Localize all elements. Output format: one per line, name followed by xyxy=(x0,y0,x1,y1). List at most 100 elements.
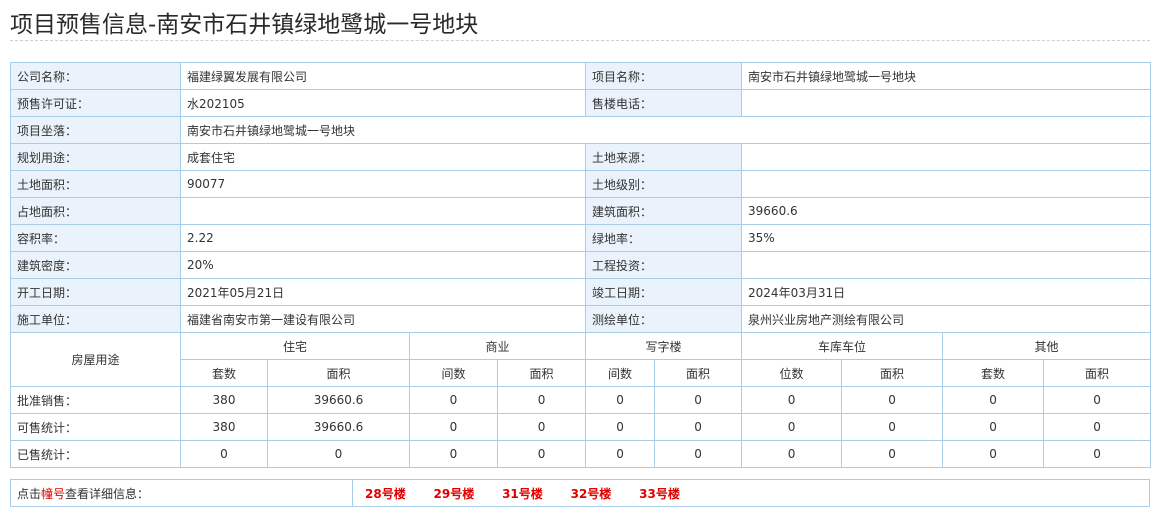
stat-cell: 0 xyxy=(841,386,944,414)
occupied-area-value xyxy=(179,197,587,225)
stat-cell: 0 xyxy=(841,413,944,441)
land-source-value xyxy=(741,143,1152,171)
building-area-label: 建筑面积： xyxy=(585,197,743,225)
subheader-cell: 间数 xyxy=(585,359,656,387)
building-link-32[interactable]: 32号楼 xyxy=(571,485,612,502)
building-link-33[interactable]: 33号楼 xyxy=(639,485,680,502)
project-value: 南安市石井镇绿地鹭城一号地块 xyxy=(741,62,1152,90)
start-date-value: 2021年05月21日 xyxy=(179,278,587,306)
title-divider xyxy=(10,40,1150,41)
group-residential: 住宅 xyxy=(180,332,410,360)
links-suffix: 查看详细信息： xyxy=(65,486,150,501)
surveyor-label: 测绘单位： xyxy=(585,305,743,333)
stats-subheader-row: 套数 面积 间数 面积 间数 面积 位数 面积 套数 面积 xyxy=(11,359,1152,387)
info-row: 施工单位： 福建省南安市第一建设有限公司 测绘单位： 泉州兴业房地产测绘有限公司 xyxy=(10,305,1152,333)
stat-cell: 0 xyxy=(409,386,498,414)
far-value: 2.22 xyxy=(179,224,587,252)
stat-cell: 0 xyxy=(741,440,843,468)
land-source-label: 土地来源： xyxy=(585,143,743,171)
green-rate-label: 绿地率： xyxy=(585,224,743,252)
location-label: 项目坐落： xyxy=(10,116,181,144)
info-row: 土地面积： 90077 土地级别： xyxy=(10,170,1152,198)
planning-value: 成套住宅 xyxy=(179,143,587,171)
location-value: 南安市石井镇绿地鹭城一号地块 xyxy=(179,116,1152,144)
stat-cell: 39660.6 xyxy=(267,413,410,441)
row-label: 已售统计： xyxy=(10,440,181,468)
builder-label: 施工单位： xyxy=(10,305,181,333)
stat-cell: 0 xyxy=(741,386,843,414)
building-links-table: 点击幢号查看详细信息： 28号楼 29号楼 31号楼 32号楼 33号楼 xyxy=(10,479,1150,507)
subheader-cell: 面积 xyxy=(841,359,944,387)
info-row: 预售许可证： 水202105 售楼电话： xyxy=(10,89,1152,117)
stat-cell: 0 xyxy=(654,386,743,414)
land-grade-label: 土地级别： xyxy=(585,170,743,198)
info-row: 项目坐落： 南安市石井镇绿地鹭城一号地块 xyxy=(10,116,1152,144)
subheader-cell: 面积 xyxy=(496,359,587,387)
stat-cell: 0 xyxy=(942,440,1045,468)
permit-value: 水202105 xyxy=(179,89,587,117)
stat-cell: 0 xyxy=(654,440,743,468)
building-link-31[interactable]: 31号楼 xyxy=(502,485,543,502)
start-date-label: 开工日期： xyxy=(10,278,181,306)
stat-cell: 0 xyxy=(841,440,944,468)
stat-cell: 380 xyxy=(180,386,268,414)
density-label: 建筑密度： xyxy=(10,251,181,279)
stat-cell: 0 xyxy=(409,440,498,468)
group-other: 其他 xyxy=(942,332,1152,360)
project-label: 项目名称： xyxy=(585,62,743,90)
row-label: 可售统计： xyxy=(10,413,181,441)
building-link-28[interactable]: 28号楼 xyxy=(365,485,406,502)
page-title: 项目预售信息-南安市石井镇绿地鹭城一号地块 xyxy=(10,12,479,38)
phone-label: 售楼电话： xyxy=(585,89,743,117)
links-prefix: 点击 xyxy=(17,486,42,501)
stat-cell: 0 xyxy=(496,386,587,414)
info-row: 公司名称： 福建绿翼发展有限公司 项目名称： 南安市石井镇绿地鹭城一号地块 xyxy=(10,62,1152,90)
stat-cell: 0 xyxy=(496,440,587,468)
stat-cell: 0 xyxy=(942,386,1045,414)
subheader-cell: 位数 xyxy=(741,359,843,387)
group-parking: 车库车位 xyxy=(741,332,944,360)
subheader-cell: 套数 xyxy=(942,359,1045,387)
land-area-label: 土地面积： xyxy=(10,170,181,198)
land-grade-value xyxy=(741,170,1152,198)
land-area-value: 90077 xyxy=(179,170,587,198)
stat-cell: 0 xyxy=(496,413,587,441)
stat-cell: 0 xyxy=(267,440,410,468)
investment-label: 工程投资： xyxy=(585,251,743,279)
building-links-row: 点击幢号查看详细信息： 28号楼 29号楼 31号楼 32号楼 33号楼 xyxy=(10,479,1150,507)
builder-value: 福建省南安市第一建设有限公司 xyxy=(179,305,587,333)
stat-cell: 0 xyxy=(585,413,656,441)
subheader-cell: 面积 xyxy=(267,359,410,387)
usage-header: 房屋用途 xyxy=(10,332,181,387)
finish-date-value: 2024年03月31日 xyxy=(741,278,1152,306)
subheader-cell: 套数 xyxy=(180,359,268,387)
info-row: 开工日期： 2021年05月21日 竣工日期： 2024年03月31日 xyxy=(10,278,1152,306)
surveyor-value: 泉州兴业房地产测绘有限公司 xyxy=(741,305,1152,333)
stat-cell: 0 xyxy=(180,440,268,468)
density-value: 20% xyxy=(179,251,587,279)
subheader-cell: 间数 xyxy=(409,359,498,387)
subheader-cell: 面积 xyxy=(654,359,743,387)
group-commercial: 商业 xyxy=(408,332,587,360)
stat-cell: 0 xyxy=(1043,386,1152,414)
stat-cell: 0 xyxy=(741,413,843,441)
building-link-29[interactable]: 29号楼 xyxy=(434,485,475,502)
group-office: 写字楼 xyxy=(585,332,743,360)
building-links-label: 点击幢号查看详细信息： xyxy=(10,479,353,507)
company-value: 福建绿翼发展有限公司 xyxy=(179,62,587,90)
stats-group-header-row: 房屋用途 住宅 商业 写字楼 车库车位 其他 xyxy=(10,332,1152,387)
stat-cell: 0 xyxy=(1043,440,1152,468)
stat-cell: 0 xyxy=(585,386,656,414)
stat-cell: 0 xyxy=(942,413,1045,441)
investment-value xyxy=(741,251,1152,279)
stat-cell: 0 xyxy=(1043,413,1152,441)
building-area-value: 39660.6 xyxy=(741,197,1152,225)
finish-date-label: 竣工日期： xyxy=(585,278,743,306)
green-rate-value: 35% xyxy=(741,224,1152,252)
info-row: 容积率： 2.22 绿地率： 35% xyxy=(10,224,1152,252)
row-label: 批准销售： xyxy=(10,386,181,414)
info-row: 建筑密度： 20% 工程投资： xyxy=(10,251,1152,279)
planning-label: 规划用途： xyxy=(10,143,181,171)
permit-label: 预售许可证： xyxy=(10,89,181,117)
stat-cell: 0 xyxy=(585,440,656,468)
